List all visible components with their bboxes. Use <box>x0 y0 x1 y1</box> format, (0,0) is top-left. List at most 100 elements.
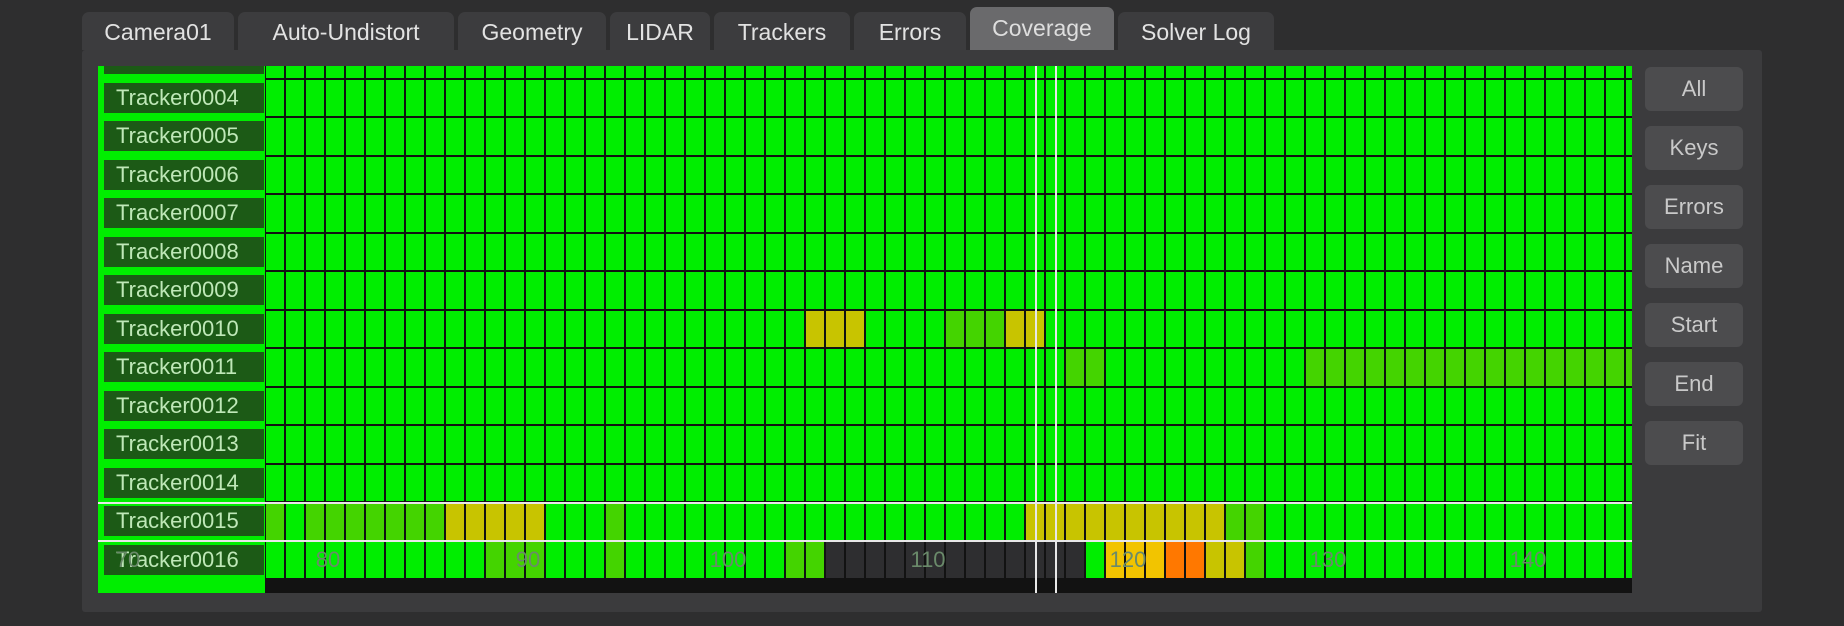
coverage-cell[interactable] <box>1266 310 1284 347</box>
coverage-cell[interactable] <box>1146 272 1164 309</box>
coverage-cell[interactable] <box>1066 310 1084 347</box>
coverage-cell[interactable] <box>446 118 464 155</box>
coverage-cell[interactable] <box>1146 541 1164 578</box>
coverage-cell[interactable] <box>586 349 604 386</box>
coverage-cell[interactable] <box>1606 195 1624 232</box>
coverage-cell[interactable] <box>426 233 444 270</box>
coverage-cell[interactable] <box>1486 503 1504 540</box>
coverage-cell[interactable] <box>686 272 704 309</box>
coverage-cell[interactable] <box>366 156 384 193</box>
coverage-cell[interactable] <box>766 79 784 116</box>
coverage-cell[interactable] <box>1486 272 1504 309</box>
start-button[interactable]: Start <box>1645 303 1743 347</box>
coverage-cell[interactable] <box>986 310 1004 347</box>
coverage-cell[interactable] <box>1066 156 1084 193</box>
coverage-cell[interactable] <box>1006 272 1024 309</box>
coverage-cell[interactable] <box>366 195 384 232</box>
coverage-cell[interactable] <box>766 118 784 155</box>
coverage-cell[interactable] <box>406 349 424 386</box>
coverage-cell[interactable] <box>1546 156 1564 193</box>
coverage-cell[interactable] <box>926 79 944 116</box>
coverage-cell[interactable] <box>1486 541 1504 578</box>
coverage-cell[interactable] <box>386 464 404 501</box>
coverage-cell[interactable] <box>946 66 964 78</box>
coverage-cell[interactable] <box>966 272 984 309</box>
coverage-cell[interactable] <box>886 310 904 347</box>
coverage-cell[interactable] <box>1326 66 1344 78</box>
coverage-cell[interactable] <box>1226 156 1244 193</box>
coverage-cell[interactable] <box>1466 541 1484 578</box>
coverage-cell[interactable] <box>666 156 684 193</box>
coverage-cell[interactable] <box>1526 503 1544 540</box>
coverage-cell[interactable] <box>546 387 564 424</box>
coverage-cell[interactable] <box>1426 79 1444 116</box>
coverage-cell[interactable] <box>1246 426 1264 463</box>
coverage-cell[interactable] <box>1366 118 1384 155</box>
coverage-cell[interactable] <box>1626 349 1632 386</box>
coverage-cell[interactable] <box>826 310 844 347</box>
coverage-cell[interactable] <box>686 503 704 540</box>
coverage-cell[interactable] <box>1186 66 1204 78</box>
coverage-cell[interactable] <box>1446 118 1464 155</box>
coverage-cell[interactable] <box>866 349 884 386</box>
coverage-cell[interactable] <box>466 349 484 386</box>
coverage-cell[interactable] <box>326 464 344 501</box>
coverage-cell[interactable] <box>1326 79 1344 116</box>
coverage-cell[interactable] <box>1206 272 1224 309</box>
coverage-cell[interactable] <box>1586 79 1604 116</box>
coverage-cell[interactable] <box>1426 426 1444 463</box>
coverage-cell[interactable] <box>1266 272 1284 309</box>
coverage-cell[interactable] <box>386 272 404 309</box>
coverage-cell[interactable] <box>486 503 504 540</box>
coverage-cell[interactable] <box>306 464 324 501</box>
coverage-cell[interactable] <box>906 79 924 116</box>
coverage-cell[interactable] <box>826 79 844 116</box>
coverage-cell[interactable] <box>426 118 444 155</box>
coverage-cell[interactable] <box>1426 310 1444 347</box>
coverage-cell[interactable] <box>826 387 844 424</box>
coverage-cell[interactable] <box>546 426 564 463</box>
coverage-cell[interactable] <box>446 195 464 232</box>
coverage-cell[interactable] <box>266 156 284 193</box>
coverage-cell[interactable] <box>866 156 884 193</box>
coverage-cell[interactable] <box>506 195 524 232</box>
coverage-cell[interactable] <box>546 541 564 578</box>
coverage-cell[interactable] <box>1306 310 1324 347</box>
coverage-cell[interactable] <box>1626 503 1632 540</box>
coverage-cell[interactable] <box>1166 272 1184 309</box>
coverage-cell[interactable] <box>1506 387 1524 424</box>
tab-camera01[interactable]: Camera01 <box>82 12 234 50</box>
coverage-cell[interactable] <box>1506 464 1524 501</box>
coverage-cell[interactable] <box>266 79 284 116</box>
coverage-cell[interactable] <box>746 387 764 424</box>
coverage-cell[interactable] <box>1006 233 1024 270</box>
coverage-cell[interactable] <box>1386 156 1404 193</box>
coverage-cell[interactable] <box>326 503 344 540</box>
coverage-cell[interactable] <box>1266 233 1284 270</box>
coverage-cell[interactable] <box>906 387 924 424</box>
coverage-cell[interactable] <box>1266 118 1284 155</box>
coverage-cell[interactable] <box>326 387 344 424</box>
coverage-cell[interactable] <box>886 387 904 424</box>
coverage-cell[interactable] <box>1286 118 1304 155</box>
coverage-cell[interactable] <box>1206 118 1224 155</box>
coverage-cell[interactable] <box>466 310 484 347</box>
coverage-cell[interactable] <box>486 541 504 578</box>
coverage-cell[interactable] <box>726 426 744 463</box>
coverage-cell[interactable] <box>746 310 764 347</box>
coverage-cell[interactable] <box>1186 118 1204 155</box>
coverage-cell[interactable] <box>1326 195 1344 232</box>
coverage-cell[interactable] <box>286 310 304 347</box>
coverage-cell[interactable] <box>586 156 604 193</box>
coverage-cell[interactable] <box>766 233 784 270</box>
coverage-cell[interactable] <box>866 464 884 501</box>
coverage-cell[interactable] <box>606 79 624 116</box>
coverage-cell[interactable] <box>626 349 644 386</box>
coverage-cell[interactable] <box>726 310 744 347</box>
coverage-cell[interactable] <box>526 426 544 463</box>
coverage-cell[interactable] <box>846 310 864 347</box>
coverage-cell[interactable] <box>1126 195 1144 232</box>
coverage-cell[interactable] <box>1386 387 1404 424</box>
coverage-cell[interactable] <box>1426 233 1444 270</box>
coverage-cell[interactable] <box>1526 233 1544 270</box>
